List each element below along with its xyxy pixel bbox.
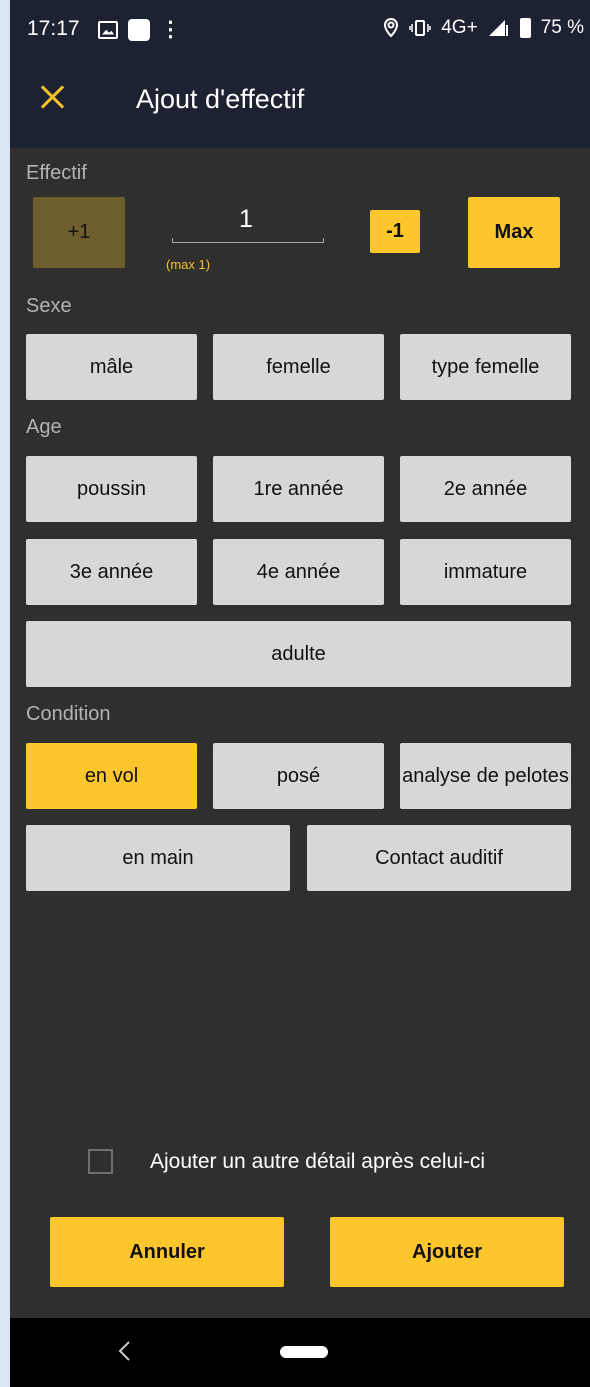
count-input-underline xyxy=(172,238,324,243)
close-icon[interactable] xyxy=(38,82,68,112)
sexe-option-femelle[interactable]: femelle xyxy=(213,334,384,400)
location-icon xyxy=(384,18,399,38)
notification-icons: ⋮ xyxy=(98,17,181,42)
age-option-3e-annee[interactable]: 3e année xyxy=(26,539,197,605)
age-option-immature[interactable]: immature xyxy=(400,539,571,605)
network-type: 4G+ xyxy=(441,17,478,38)
age-option-adulte[interactable]: adulte xyxy=(26,621,571,687)
max-hint: (max 1) xyxy=(166,257,211,272)
battery-percent: 75 % xyxy=(540,17,584,38)
condition-option-en-main[interactable]: en main xyxy=(26,825,290,891)
effectif-label: Effectif xyxy=(26,162,87,184)
condition-option-analyse-de-pelotes[interactable]: analyse de pelotes xyxy=(400,743,571,809)
battery-icon xyxy=(519,18,531,38)
app-icon xyxy=(128,18,150,41)
status-bar: 17:17 ⋮ 4G+ 75 % xyxy=(10,0,590,58)
app-bar: Ajout d'effectif xyxy=(10,58,590,148)
age-option-4e-annee[interactable]: 4e année xyxy=(213,539,384,605)
age-option-poussin[interactable]: poussin xyxy=(26,456,197,522)
age-option-1re-annee[interactable]: 1re année xyxy=(213,456,384,522)
sexe-option-type-femelle[interactable]: type femelle xyxy=(400,334,571,400)
max-button[interactable]: Max xyxy=(468,197,560,268)
page-title: Ajout d'effectif xyxy=(136,84,305,114)
age-label: Age xyxy=(26,416,62,438)
condition-option-pose[interactable]: posé xyxy=(213,743,384,809)
decrement-button[interactable]: -1 xyxy=(370,210,420,253)
add-button[interactable]: Ajouter xyxy=(330,1217,564,1287)
home-icon[interactable] xyxy=(280,1346,328,1358)
app-screen: 17:17 ⋮ 4G+ 75 % Ajout d'effectif Effect… xyxy=(10,0,590,1387)
sexe-label: Sexe xyxy=(26,295,72,317)
signal-icon xyxy=(488,20,508,36)
condition-option-contact-auditif[interactable]: Contact auditif xyxy=(307,825,571,891)
increment-button[interactable]: +1 xyxy=(33,197,125,268)
back-icon[interactable] xyxy=(114,1340,136,1362)
condition-label: Condition xyxy=(26,703,111,725)
cancel-button[interactable]: Annuler xyxy=(50,1217,284,1287)
image-icon xyxy=(98,20,118,39)
status-time: 17:17 xyxy=(27,17,80,40)
navigation-bar xyxy=(10,1318,590,1387)
vibrate-icon xyxy=(409,20,431,36)
count-input[interactable]: 1 xyxy=(170,205,322,234)
age-option-2e-annee[interactable]: 2e année xyxy=(400,456,571,522)
condition-option-en-vol[interactable]: en vol xyxy=(26,743,197,809)
system-icons: 4G+ 75 % xyxy=(383,17,584,39)
sexe-option-male[interactable]: mâle xyxy=(26,334,197,400)
more-icon: ⋮ xyxy=(160,18,181,41)
add-another-label[interactable]: Ajouter un autre détail après celui-ci xyxy=(150,1150,485,1174)
add-another-checkbox[interactable] xyxy=(88,1149,113,1174)
